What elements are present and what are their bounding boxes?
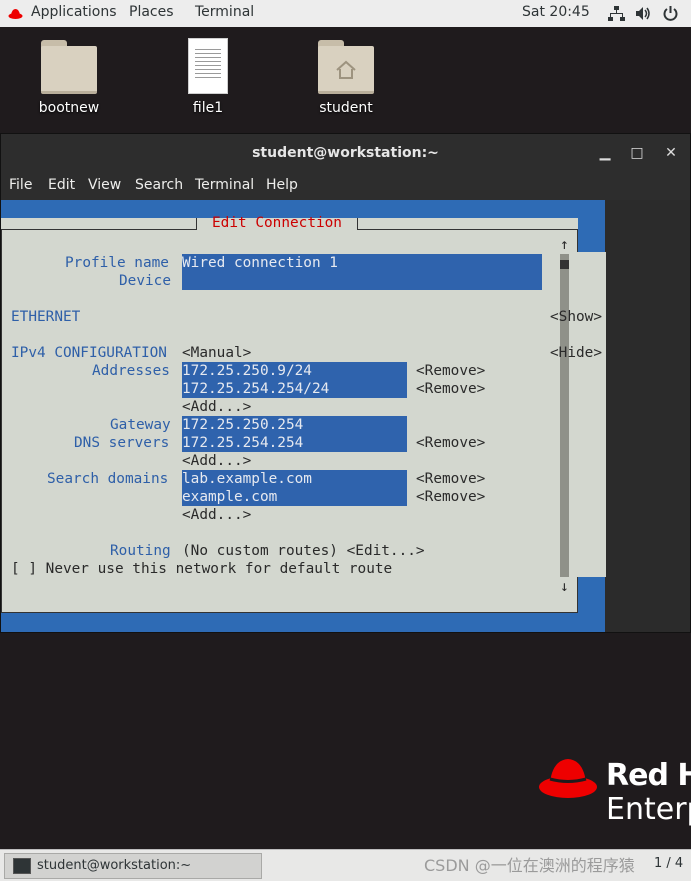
address-add-button[interactable]: <Add...> [182, 398, 251, 416]
document-icon [188, 38, 228, 94]
ethernet-show-button[interactable]: <Show> [550, 308, 602, 326]
profile-name-label: Profile name [65, 255, 169, 271]
terminal-content[interactable]: Edit Connection ↑ ↓ Profile name Wired c… [1, 200, 690, 632]
top-bar: Applications Places Terminal Sat 20:45 [0, 0, 691, 27]
terminal-window[interactable]: student@workstation:~ ▁ □ ✕ File Edit Vi… [0, 133, 691, 633]
taskbar-item-terminal[interactable]: student@workstation:~ [4, 853, 262, 879]
desktop-icon-label: student [319, 100, 373, 116]
minimize-button[interactable]: ▁ [591, 134, 619, 172]
system-tray[interactable] [608, 5, 679, 22]
scroll-up-icon[interactable]: ↑ [560, 236, 569, 254]
brand-text-line1: Red Ha [606, 758, 691, 793]
address-remove-button[interactable]: <Remove> [416, 380, 485, 398]
menu-file[interactable]: File [9, 177, 32, 193]
ipv4-hide-button[interactable]: <Hide> [550, 344, 602, 362]
dns-server-input[interactable]: 172.25.254.254 [182, 434, 407, 452]
routing-edit-button[interactable]: (No custom routes) <Edit...> [182, 542, 425, 560]
desktop-icon-label: bootnew [38, 100, 100, 116]
scrollbar-thumb[interactable] [560, 260, 569, 269]
edit-connection-dialog[interactable]: Edit Connection ↑ ↓ Profile name Wired c… [1, 215, 606, 613]
dns-servers-label: DNS servers [74, 435, 170, 451]
search-domain-add-button[interactable]: <Add...> [182, 506, 251, 524]
ipv4-configuration-label: IPv4 CONFIGURATION [11, 345, 167, 361]
home-folder-icon [318, 38, 374, 94]
watermark: CSDN @一位在澳洲的程序猿 [424, 856, 635, 875]
menu-help[interactable]: Help [266, 177, 298, 193]
brand-text-line2: Enterp [606, 792, 691, 827]
device-input[interactable] [182, 272, 542, 290]
terminal-icon [13, 858, 31, 874]
window-titlebar[interactable]: student@workstation:~ ▁ □ ✕ [1, 134, 690, 172]
taskbar-item-label: student@workstation:~ [37, 858, 192, 873]
gateway-input[interactable]: 172.25.250.254 [182, 416, 407, 434]
profile-name-input[interactable]: Wired connection 1 [182, 254, 542, 272]
menu-edit[interactable]: Edit [48, 177, 75, 193]
folder-icon [41, 38, 97, 94]
close-button[interactable]: ✕ [657, 134, 685, 172]
ipv4-mode-select[interactable]: <Manual> [182, 344, 251, 362]
redhat-logo-icon[interactable] [8, 7, 23, 20]
address-remove-button[interactable]: <Remove> [416, 362, 485, 380]
desktop-icon-bootnew[interactable]: bootnew [19, 38, 119, 116]
redhat-logo-icon [539, 759, 597, 798]
terminal-app-menu[interactable]: Terminal [195, 4, 254, 20]
volume-icon[interactable] [635, 5, 652, 22]
terminal-background [605, 200, 690, 632]
address-input[interactable]: 172.25.254.254/24 [182, 380, 407, 398]
dialog-title: Edit Connection [212, 215, 342, 231]
scroll-down-icon[interactable]: ↓ [560, 578, 569, 596]
never-default-route-checkbox[interactable]: [ ] Never use this network for default r… [11, 560, 392, 578]
ethernet-label: ETHERNET [11, 309, 81, 325]
routing-label: Routing [110, 543, 171, 559]
scrollbar[interactable] [560, 254, 569, 577]
desktop-icon-student[interactable]: student [296, 38, 396, 116]
menu-bar: File Edit View Search Terminal Help [1, 172, 690, 200]
search-domain-remove-button[interactable]: <Remove> [416, 488, 485, 506]
desktop-icon-label: file1 [192, 100, 224, 116]
search-domain-input[interactable]: lab.example.com [182, 470, 407, 488]
search-domain-remove-button[interactable]: <Remove> [416, 470, 485, 488]
dns-add-button[interactable]: <Add...> [182, 452, 251, 470]
places-menu[interactable]: Places [129, 4, 174, 20]
network-icon[interactable] [608, 5, 625, 22]
window-title: student@workstation:~ [252, 145, 439, 161]
address-input[interactable]: 172.25.250.9/24 [182, 362, 407, 380]
clock[interactable]: Sat 20:45 [522, 4, 590, 20]
dns-remove-button[interactable]: <Remove> [416, 434, 485, 452]
workspace-pager[interactable]: 1 / 4 [654, 856, 683, 871]
maximize-button[interactable]: □ [623, 134, 651, 172]
desktop-icon-file1[interactable]: file1 [158, 38, 258, 116]
menu-search[interactable]: Search [135, 177, 183, 193]
menu-view[interactable]: View [88, 177, 121, 193]
frame-top-right [357, 218, 578, 230]
frame-top-left [1, 218, 197, 230]
applications-menu[interactable]: Applications [31, 4, 117, 20]
power-icon[interactable] [662, 5, 679, 22]
search-domain-input[interactable]: example.com [182, 488, 407, 506]
device-label: Device [119, 273, 171, 289]
addresses-label: Addresses [92, 363, 170, 379]
gateway-label: Gateway [110, 417, 171, 433]
search-domains-label: Search domains [47, 471, 169, 487]
menu-terminal[interactable]: Terminal [195, 177, 254, 193]
